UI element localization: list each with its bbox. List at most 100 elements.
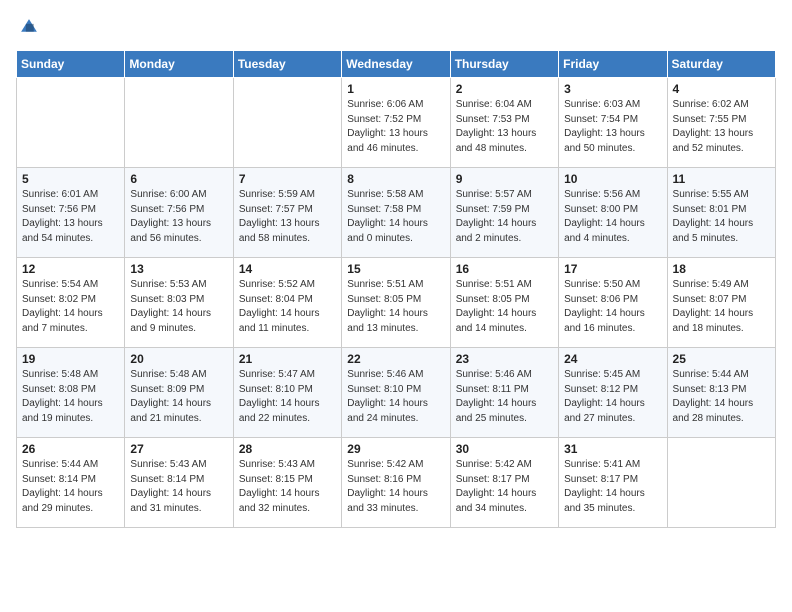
calendar-cell: 20 Sunrise: 5:48 AM Sunset: 8:09 PM Dayli… (125, 348, 233, 438)
day-number: 14 (239, 262, 336, 276)
day-number: 31 (564, 442, 661, 456)
cell-details: Sunrise: 5:43 AM Sunset: 8:14 PM Dayligh… (130, 458, 227, 516)
cell-details: Sunrise: 6:03 AM Sunset: 7:54 PM Dayligh… (564, 98, 661, 156)
day-number: 19 (22, 352, 119, 366)
day-number: 9 (456, 172, 553, 186)
col-header-sunday: Sunday (17, 51, 125, 78)
calendar-cell: 3 Sunrise: 6:03 AM Sunset: 7:54 PM Daylig… (559, 78, 667, 168)
cell-details: Sunrise: 5:59 AM Sunset: 7:57 PM Dayligh… (239, 188, 336, 246)
calendar-cell: 22 Sunrise: 5:46 AM Sunset: 8:10 PM Dayli… (342, 348, 450, 438)
col-header-thursday: Thursday (450, 51, 558, 78)
calendar-cell: 19 Sunrise: 5:48 AM Sunset: 8:08 PM Dayli… (17, 348, 125, 438)
calendar-cell (17, 78, 125, 168)
day-number: 16 (456, 262, 553, 276)
calendar-cell: 29 Sunrise: 5:42 AM Sunset: 8:16 PM Dayli… (342, 438, 450, 528)
cell-details: Sunrise: 5:44 AM Sunset: 8:14 PM Dayligh… (22, 458, 119, 516)
calendar-cell: 25Sunrise: 5:44 AM Sunset: 8:13 PM Dayli… (667, 348, 775, 438)
calendar-cell (125, 78, 233, 168)
calendar-cell: 28Sunrise: 5:43 AM Sunset: 8:15 PM Dayli… (233, 438, 341, 528)
calendar-cell: 2 Sunrise: 6:04 AM Sunset: 7:53 PM Daylig… (450, 78, 558, 168)
calendar-cell: 11 Sunrise: 5:55 AM Sunset: 8:01 PM Dayli… (667, 168, 775, 258)
cell-details: Sunrise: 5:47 AM Sunset: 8:10 PM Dayligh… (239, 368, 336, 426)
day-number: 24 (564, 352, 661, 366)
week-row-2: 5Sunrise: 6:01 AM Sunset: 7:56 PM Daylig… (17, 168, 776, 258)
calendar-cell: 17 Sunrise: 5:50 AM Sunset: 8:06 PM Dayli… (559, 258, 667, 348)
cell-details: Sunrise: 5:55 AM Sunset: 8:01 PM Dayligh… (673, 188, 770, 246)
col-header-monday: Monday (125, 51, 233, 78)
cell-details: Sunrise: 5:54 AM Sunset: 8:02 PM Dayligh… (22, 278, 119, 336)
cell-details: Sunrise: 5:48 AM Sunset: 8:08 PM Dayligh… (22, 368, 119, 426)
day-number: 23 (456, 352, 553, 366)
cell-details: Sunrise: 5:52 AM Sunset: 8:04 PM Dayligh… (239, 278, 336, 336)
cell-details: Sunrise: 5:56 AM Sunset: 8:00 PM Dayligh… (564, 188, 661, 246)
cell-details: Sunrise: 5:41 AM Sunset: 8:17 PM Dayligh… (564, 458, 661, 516)
day-number: 29 (347, 442, 444, 456)
cell-details: Sunrise: 5:58 AM Sunset: 7:58 PM Dayligh… (347, 188, 444, 246)
day-number: 30 (456, 442, 553, 456)
calendar-cell: 8 Sunrise: 5:58 AM Sunset: 7:58 PM Daylig… (342, 168, 450, 258)
calendar-cell (667, 438, 775, 528)
cell-details: Sunrise: 5:53 AM Sunset: 8:03 PM Dayligh… (130, 278, 227, 336)
day-number: 1 (347, 82, 444, 96)
cell-details: Sunrise: 5:46 AM Sunset: 8:10 PM Dayligh… (347, 368, 444, 426)
day-number: 11 (673, 172, 770, 186)
col-header-wednesday: Wednesday (342, 51, 450, 78)
day-number: 21 (239, 352, 336, 366)
day-number: 20 (130, 352, 227, 366)
cell-details: Sunrise: 6:04 AM Sunset: 7:53 PM Dayligh… (456, 98, 553, 156)
calendar-cell: 21 Sunrise: 5:47 AM Sunset: 8:10 PM Dayli… (233, 348, 341, 438)
day-number: 8 (347, 172, 444, 186)
calendar-cell (233, 78, 341, 168)
week-row-4: 19 Sunrise: 5:48 AM Sunset: 8:08 PM Dayli… (17, 348, 776, 438)
calendar-table: SundayMondayTuesdayWednesdayThursdayFrid… (16, 50, 776, 528)
cell-details: Sunrise: 6:06 AM Sunset: 7:52 PM Dayligh… (347, 98, 444, 156)
page-header (16, 16, 776, 38)
day-number: 25 (673, 352, 770, 366)
day-number: 12 (22, 262, 119, 276)
day-number: 27 (130, 442, 227, 456)
cell-details: Sunrise: 5:46 AM Sunset: 8:11 PM Dayligh… (456, 368, 553, 426)
cell-details: Sunrise: 5:51 AM Sunset: 8:05 PM Dayligh… (456, 278, 553, 336)
cell-details: Sunrise: 5:42 AM Sunset: 8:17 PM Dayligh… (456, 458, 553, 516)
calendar-cell: 5Sunrise: 6:01 AM Sunset: 7:56 PM Daylig… (17, 168, 125, 258)
day-number: 6 (130, 172, 227, 186)
week-row-3: 12 Sunrise: 5:54 AM Sunset: 8:02 PM Dayli… (17, 258, 776, 348)
cell-details: Sunrise: 6:01 AM Sunset: 7:56 PM Dayligh… (22, 188, 119, 246)
calendar-cell: 30 Sunrise: 5:42 AM Sunset: 8:17 PM Dayli… (450, 438, 558, 528)
day-number: 4 (673, 82, 770, 96)
day-number: 2 (456, 82, 553, 96)
day-number: 3 (564, 82, 661, 96)
cell-details: Sunrise: 5:49 AM Sunset: 8:07 PM Dayligh… (673, 278, 770, 336)
cell-details: Sunrise: 6:02 AM Sunset: 7:55 PM Dayligh… (673, 98, 770, 156)
cell-details: Sunrise: 5:48 AM Sunset: 8:09 PM Dayligh… (130, 368, 227, 426)
cell-details: Sunrise: 5:51 AM Sunset: 8:05 PM Dayligh… (347, 278, 444, 336)
calendar-cell: 31 Sunrise: 5:41 AM Sunset: 8:17 PM Dayli… (559, 438, 667, 528)
day-number: 18 (673, 262, 770, 276)
day-number: 26 (22, 442, 119, 456)
cell-details: Sunrise: 5:42 AM Sunset: 8:16 PM Dayligh… (347, 458, 444, 516)
calendar-cell: 24Sunrise: 5:45 AM Sunset: 8:12 PM Dayli… (559, 348, 667, 438)
cell-details: Sunrise: 5:57 AM Sunset: 7:59 PM Dayligh… (456, 188, 553, 246)
cell-details: Sunrise: 5:43 AM Sunset: 8:15 PM Dayligh… (239, 458, 336, 516)
calendar-cell: 16 Sunrise: 5:51 AM Sunset: 8:05 PM Dayli… (450, 258, 558, 348)
calendar-cell: 14 Sunrise: 5:52 AM Sunset: 8:04 PM Dayli… (233, 258, 341, 348)
col-header-friday: Friday (559, 51, 667, 78)
calendar-cell: 26 Sunrise: 5:44 AM Sunset: 8:14 PM Dayli… (17, 438, 125, 528)
calendar-cell: 27 Sunrise: 5:43 AM Sunset: 8:14 PM Dayli… (125, 438, 233, 528)
calendar-cell: 13 Sunrise: 5:53 AM Sunset: 8:03 PM Dayli… (125, 258, 233, 348)
logo (16, 16, 42, 38)
day-number: 10 (564, 172, 661, 186)
day-number: 13 (130, 262, 227, 276)
calendar-cell: 23 Sunrise: 5:46 AM Sunset: 8:11 PM Dayli… (450, 348, 558, 438)
week-row-1: 1 Sunrise: 6:06 AM Sunset: 7:52 PM Daylig… (17, 78, 776, 168)
cell-details: Sunrise: 6:00 AM Sunset: 7:56 PM Dayligh… (130, 188, 227, 246)
calendar-cell: 12 Sunrise: 5:54 AM Sunset: 8:02 PM Dayli… (17, 258, 125, 348)
calendar-cell: 1 Sunrise: 6:06 AM Sunset: 7:52 PM Daylig… (342, 78, 450, 168)
calendar-cell: 10 Sunrise: 5:56 AM Sunset: 8:00 PM Dayli… (559, 168, 667, 258)
calendar-cell: 18 Sunrise: 5:49 AM Sunset: 8:07 PM Dayli… (667, 258, 775, 348)
calendar-cell: 7Sunrise: 5:59 AM Sunset: 7:57 PM Daylig… (233, 168, 341, 258)
day-number: 17 (564, 262, 661, 276)
cell-details: Sunrise: 5:50 AM Sunset: 8:06 PM Dayligh… (564, 278, 661, 336)
day-number: 22 (347, 352, 444, 366)
calendar-cell: 9 Sunrise: 5:57 AM Sunset: 7:59 PM Daylig… (450, 168, 558, 258)
